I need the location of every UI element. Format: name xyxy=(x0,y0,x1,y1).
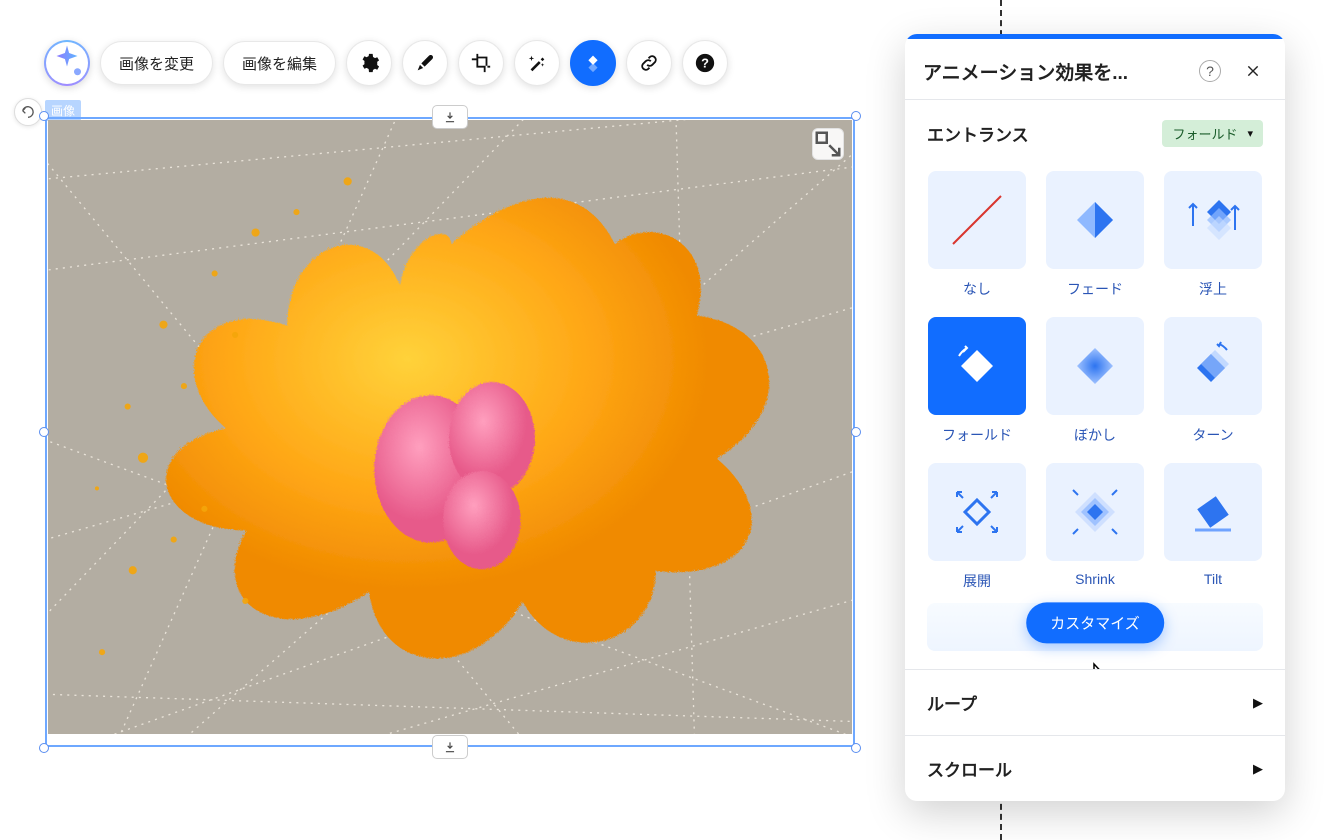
effect-fade[interactable]: フェード xyxy=(1045,171,1145,299)
section-loop-header[interactable]: ループ ▶ xyxy=(905,670,1285,735)
svg-text:?: ? xyxy=(701,56,709,71)
resize-handle-tr[interactable] xyxy=(851,111,861,121)
effect-blur[interactable]: ぼかし xyxy=(1045,317,1145,445)
customize-button[interactable]: カスタマイズ xyxy=(1026,602,1164,643)
none-icon xyxy=(947,190,1007,250)
resize-handle-ml[interactable] xyxy=(39,427,49,437)
arrow-down-bar-icon xyxy=(443,740,457,754)
chevron-right-icon: ▶ xyxy=(1253,761,1263,777)
section-entrance-header[interactable]: エントランス フォールド xyxy=(905,100,1285,167)
image-canvas xyxy=(48,120,852,734)
effect-label: 浮上 xyxy=(1199,279,1227,299)
effect-label: ぼかし xyxy=(1074,425,1116,445)
settings-button[interactable] xyxy=(346,40,392,86)
cursor-icon xyxy=(1085,661,1115,669)
arrow-down-bar-icon xyxy=(443,110,457,124)
crop-icon xyxy=(470,52,492,74)
image-toolbar: 画像を変更 画像を編集 ? xyxy=(44,40,728,86)
effect-label: フォールド xyxy=(942,425,1012,445)
resize-handle-tl[interactable] xyxy=(39,111,49,121)
float-icon xyxy=(1183,190,1243,250)
change-image-button[interactable]: 画像を変更 xyxy=(100,41,213,85)
stretch-bottom-button[interactable] xyxy=(432,735,468,759)
crop-button[interactable] xyxy=(458,40,504,86)
fold-icon xyxy=(947,336,1007,396)
undo-button[interactable] xyxy=(14,98,42,126)
section-entrance-title: エントランス xyxy=(927,121,1029,146)
effect-label: Shrink xyxy=(1075,571,1115,587)
section-entrance: エントランス フォールド なし フェード xyxy=(905,99,1285,669)
undo-icon xyxy=(20,104,36,120)
blur-icon xyxy=(1065,336,1125,396)
panel-help-button[interactable]: ? xyxy=(1199,60,1221,82)
question-icon: ? xyxy=(694,52,716,74)
link-button[interactable] xyxy=(626,40,672,86)
animation-icon xyxy=(582,52,604,74)
sparkle-icon xyxy=(46,42,88,84)
image-illustration xyxy=(48,120,852,734)
effects-more-row: カスタマイズ xyxy=(927,603,1263,651)
section-scroll-title: スクロール xyxy=(927,756,1012,781)
effect-none[interactable]: なし xyxy=(927,171,1027,299)
magic-wand-icon xyxy=(526,52,548,74)
entrance-current-tag[interactable]: フォールド xyxy=(1162,120,1263,147)
fade-icon xyxy=(1065,190,1125,250)
effect-shrink[interactable]: Shrink xyxy=(1045,463,1145,591)
link-icon xyxy=(638,52,660,74)
help-button[interactable]: ? xyxy=(682,40,728,86)
gear-icon xyxy=(358,52,380,74)
shrink-icon xyxy=(1065,482,1125,542)
section-loop: ループ ▶ xyxy=(905,669,1285,735)
chevron-right-icon: ▶ xyxy=(1253,695,1263,711)
resize-handle-mr[interactable] xyxy=(851,427,861,437)
effect-label: フェード xyxy=(1067,279,1123,299)
stretch-top-button[interactable] xyxy=(432,105,468,129)
effect-expand[interactable]: 展開 xyxy=(927,463,1027,591)
ai-magic-button[interactable] xyxy=(44,40,90,86)
effect-float[interactable]: 浮上 xyxy=(1163,171,1263,299)
turn-icon xyxy=(1183,336,1243,396)
magic-wand-button[interactable] xyxy=(514,40,560,86)
effects-grid: なし フェード 浮上 xyxy=(905,167,1285,601)
expand-icon xyxy=(947,482,1007,542)
tilt-icon xyxy=(1183,482,1243,542)
effect-turn[interactable]: ターン xyxy=(1163,317,1263,445)
effect-tilt[interactable]: Tilt xyxy=(1163,463,1263,591)
brush-button[interactable] xyxy=(402,40,448,86)
resize-handle-bl[interactable] xyxy=(39,743,49,753)
brush-icon xyxy=(414,52,436,74)
animation-button[interactable] xyxy=(570,40,616,86)
section-loop-title: ループ xyxy=(927,690,977,715)
image-selection[interactable] xyxy=(45,117,855,747)
effect-label: Tilt xyxy=(1204,571,1222,587)
section-scroll: スクロール ▶ xyxy=(905,735,1285,801)
effect-fold[interactable]: フォールド xyxy=(927,317,1027,445)
panel-title: アニメーション効果を... xyxy=(923,58,1191,85)
close-icon xyxy=(1246,64,1260,78)
panel-close-button[interactable] xyxy=(1239,57,1267,85)
effect-label: 展開 xyxy=(963,571,991,591)
stretch-icon xyxy=(813,129,843,159)
edit-image-button[interactable]: 画像を編集 xyxy=(223,41,336,85)
animation-panel: アニメーション効果を... ? エントランス フォールド なし フェード xyxy=(905,34,1285,801)
image-halo-button[interactable] xyxy=(812,128,844,160)
section-scroll-header[interactable]: スクロール ▶ xyxy=(905,736,1285,801)
effect-label: ターン xyxy=(1192,425,1233,445)
resize-handle-br[interactable] xyxy=(851,743,861,753)
effect-label: なし xyxy=(963,279,991,299)
